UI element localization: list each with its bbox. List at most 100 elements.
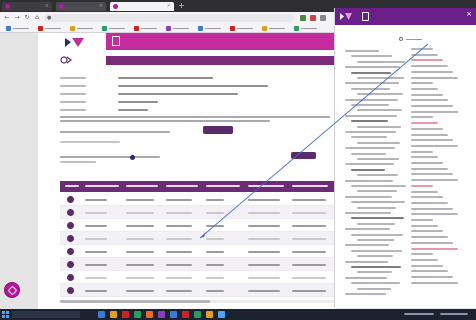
taskbar-app-icon[interactable] <box>122 311 129 318</box>
field-value[interactable] <box>118 77 213 79</box>
export-button[interactable] <box>291 152 316 159</box>
panel-list-item[interactable] <box>351 249 402 252</box>
panel-list-item[interactable] <box>357 158 399 160</box>
panel-list-item[interactable] <box>357 190 397 193</box>
row-action-icon[interactable] <box>67 274 74 281</box>
close-tab-icon[interactable]: × <box>45 3 49 9</box>
panel-list-item[interactable] <box>345 212 391 214</box>
column-header[interactable] <box>292 185 328 187</box>
bookmark-item[interactable] <box>38 26 64 31</box>
panel-list-item[interactable] <box>345 293 386 295</box>
browser-tab-3[interactable]: × <box>110 2 174 11</box>
row-action-icon[interactable] <box>67 248 74 255</box>
taskbar-app-icon[interactable] <box>110 311 117 318</box>
table-row[interactable] <box>60 271 336 284</box>
panel-list-item[interactable] <box>351 217 404 220</box>
panel-list-item[interactable] <box>351 233 403 236</box>
bookmark-item[interactable] <box>198 26 224 31</box>
panel-list-item[interactable] <box>357 255 393 258</box>
system-tray[interactable] <box>404 313 434 315</box>
windows-start-icon[interactable] <box>2 311 9 318</box>
extension-icon[interactable] <box>320 15 326 21</box>
row-action-icon[interactable] <box>67 196 74 203</box>
taskbar-search[interactable] <box>12 311 80 318</box>
back-icon[interactable]: ← <box>3 14 11 22</box>
bookmark-item[interactable] <box>134 26 160 31</box>
panel-list-item[interactable] <box>357 287 391 290</box>
panel-list-item[interactable] <box>345 114 397 117</box>
panel-list-item[interactable] <box>345 50 379 52</box>
browser-tab-1[interactable]: × <box>2 2 52 11</box>
panel-list-item[interactable] <box>351 168 385 171</box>
panel-list-item[interactable] <box>351 152 386 155</box>
table-row[interactable] <box>60 232 336 245</box>
forward-icon[interactable]: → <box>13 14 21 22</box>
panel-list-item[interactable] <box>351 104 389 106</box>
bookmark-item[interactable] <box>102 26 128 31</box>
table-horizontal-scrollbar[interactable] <box>60 300 336 303</box>
search-button[interactable] <box>203 126 233 134</box>
bookmark-item[interactable] <box>166 26 192 31</box>
taskbar-app-icon[interactable] <box>182 311 189 318</box>
panel-list-item[interactable] <box>357 77 404 79</box>
bookmark-item[interactable] <box>262 26 288 31</box>
panel-list-item[interactable] <box>345 228 390 231</box>
panel-list-item[interactable] <box>345 131 396 133</box>
close-tab-icon[interactable]: × <box>167 3 171 9</box>
panel-list-item[interactable] <box>345 82 399 85</box>
close-tab-icon[interactable]: × <box>99 3 103 9</box>
bookmark-item[interactable] <box>70 26 96 31</box>
column-header[interactable] <box>166 185 198 187</box>
panel-list-item[interactable] <box>351 201 405 204</box>
chat-button[interactable] <box>4 282 20 298</box>
table-row[interactable] <box>60 219 336 232</box>
panel-list-item[interactable] <box>351 266 401 268</box>
panel-list-item[interactable] <box>351 120 388 123</box>
table-row[interactable] <box>60 284 336 297</box>
row-action-icon[interactable] <box>67 222 74 229</box>
panel-list-item[interactable] <box>345 98 398 101</box>
panel-list-item[interactable] <box>351 282 400 285</box>
column-header[interactable] <box>206 185 240 187</box>
panel-list-item[interactable] <box>345 163 394 166</box>
table-row[interactable] <box>60 258 336 271</box>
column-header[interactable] <box>65 185 79 187</box>
table-row[interactable] <box>60 245 336 258</box>
field-value[interactable] <box>118 85 268 87</box>
document-icon[interactable] <box>362 12 369 21</box>
panel-list-item[interactable] <box>357 239 394 241</box>
panel-list-item[interactable] <box>345 179 393 182</box>
column-header[interactable] <box>85 185 119 187</box>
taskbar-app-icon[interactable] <box>218 311 225 318</box>
new-tab-button[interactable]: + <box>178 1 185 10</box>
panel-list-item[interactable] <box>357 125 401 128</box>
taskbar-app-icon[interactable] <box>98 311 105 318</box>
row-action-icon[interactable] <box>67 287 74 294</box>
panel-list-item[interactable] <box>345 260 388 263</box>
panel-list-item[interactable] <box>345 195 392 198</box>
row-action-icon[interactable] <box>67 235 74 242</box>
taskbar-app-icon[interactable] <box>170 311 177 318</box>
panel-list-item[interactable] <box>351 55 392 58</box>
taskbar-app-icon[interactable] <box>134 311 141 318</box>
scrollbar-thumb[interactable] <box>60 300 210 303</box>
panel-list-item[interactable] <box>357 271 392 274</box>
panel-list-item[interactable] <box>351 185 406 187</box>
panel-search[interactable] <box>399 37 425 42</box>
column-header[interactable] <box>126 185 158 187</box>
bookmark-item[interactable] <box>230 26 256 31</box>
table-row[interactable] <box>60 193 336 206</box>
panel-list-item[interactable] <box>345 147 395 150</box>
row-action-icon[interactable] <box>67 261 74 268</box>
taskbar-app-icon[interactable] <box>158 311 165 318</box>
bookmark-item[interactable] <box>6 26 32 31</box>
panel-list-item[interactable] <box>345 66 400 69</box>
home-icon[interactable]: ⌂ <box>33 14 41 22</box>
banner-title[interactable] <box>166 38 286 45</box>
bookmark-item[interactable] <box>294 26 320 31</box>
taskbar-app-icon[interactable] <box>206 311 213 318</box>
panel-list-item[interactable] <box>345 276 387 279</box>
field-value[interactable] <box>118 109 148 111</box>
panel-list-item[interactable] <box>357 222 395 225</box>
browser-tab-2[interactable]: × <box>56 2 106 11</box>
